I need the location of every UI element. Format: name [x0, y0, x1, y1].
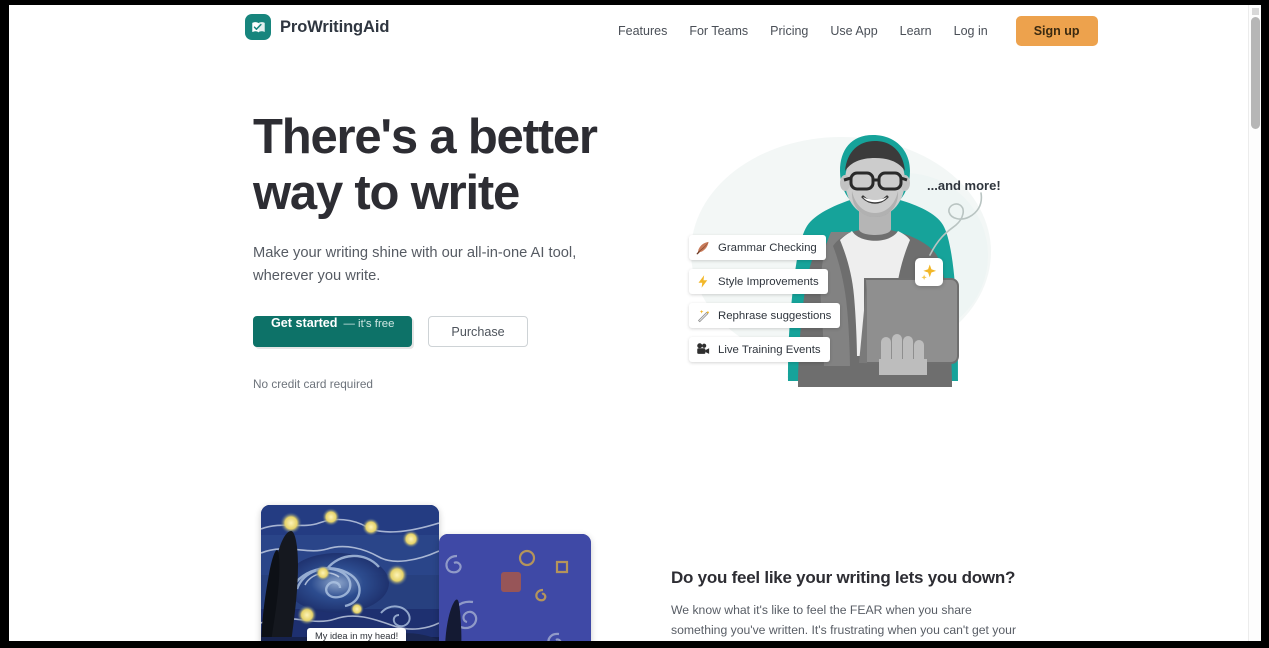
image-caption-badge: My idea in my head!: [307, 628, 407, 641]
nav-item-learn[interactable]: Learn: [889, 18, 943, 44]
lightning-bolt-icon: [698, 275, 708, 288]
feature-card-label: Grammar Checking: [718, 241, 817, 254]
hero-illustration: Grammar Checking Style Improvements Reph…: [671, 113, 1021, 398]
feature-card-rephrase-suggestions: Rephrase suggestions: [689, 303, 841, 328]
no-credit-card-note: No credit card required: [253, 377, 373, 391]
hero-title: There's a better way to write: [253, 109, 633, 221]
brand-logo-link[interactable]: ProWritingAid: [245, 14, 389, 40]
sign-up-button[interactable]: Sign up: [1015, 16, 1098, 46]
section2-heading: Do you feel like your writing lets you d…: [671, 568, 1016, 587]
vertical-scrollbar[interactable]: [1248, 5, 1261, 641]
nav-item-use-app[interactable]: Use App: [819, 18, 888, 44]
purchase-button[interactable]: Purchase: [428, 316, 528, 347]
feature-card-label: Style Improvements: [718, 275, 819, 288]
simplified-starry-night-drawing: [439, 534, 591, 641]
hero-subtitle: Make your writing shine with our all-in-…: [253, 245, 577, 284]
nav-item-pricing[interactable]: Pricing: [759, 18, 819, 44]
hero-text-block: There's a better way to write Make your …: [253, 109, 633, 391]
magic-wand-icon: [697, 309, 710, 323]
page-viewport: ProWritingAid Features For Teams Pricing…: [9, 5, 1261, 641]
hero-title-line-1: There's a better: [253, 110, 598, 164]
browser-window-frame: ProWritingAid Features For Teams Pricing…: [0, 0, 1269, 648]
child-drawing-artwork: [439, 534, 591, 641]
curly-pointer-line-icon: [929, 192, 983, 256]
starry-night-artwork: [261, 505, 439, 641]
feature-card-list: Grammar Checking Style Improvements Reph…: [689, 235, 849, 371]
section2-image-group: My idea in my head!: [253, 497, 603, 641]
feature-card-label: Rephrase suggestions: [718, 309, 832, 322]
section2-paragraph: We know what it's like to feel the FEAR …: [671, 603, 1017, 637]
feather-pen-icon: [696, 241, 709, 255]
feature-card-grammar-checking: Grammar Checking: [689, 235, 826, 260]
film-camera-icon: [697, 343, 710, 354]
hero-cta-group: Get started — it's free Purchase: [253, 316, 633, 347]
nav-item-log-in[interactable]: Log in: [943, 18, 999, 44]
scrollbar-up-arrow[interactable]: [1252, 8, 1259, 15]
hero-title-line-2: way to write: [253, 166, 520, 220]
brand-name-text: ProWritingAid: [280, 17, 390, 36]
get-started-label: Get started: [271, 316, 338, 330]
site-header: ProWritingAid Features For Teams Pricing…: [9, 5, 1248, 57]
nav-item-features[interactable]: Features: [607, 18, 678, 44]
scrollbar-thumb[interactable]: [1251, 17, 1260, 129]
prowritingaid-logo-icon: [245, 14, 271, 40]
section2-text-block: Do you feel like your writing lets you d…: [671, 568, 1023, 641]
feature-card-live-training-events: Live Training Events: [689, 337, 830, 362]
get-started-sublabel: — it's free: [343, 318, 395, 330]
starry-night-painting: My idea in my head!: [261, 505, 439, 641]
nav-item-for-teams[interactable]: For Teams: [678, 18, 759, 44]
feature-card-style-improvements: Style Improvements: [689, 269, 828, 294]
get-started-button[interactable]: Get started — it's free: [253, 316, 413, 347]
webpage-content: ProWritingAid Features For Teams Pricing…: [9, 5, 1248, 641]
primary-navigation: Features For Teams Pricing Use App Learn…: [607, 16, 1098, 46]
feature-card-label: Live Training Events: [718, 343, 821, 356]
